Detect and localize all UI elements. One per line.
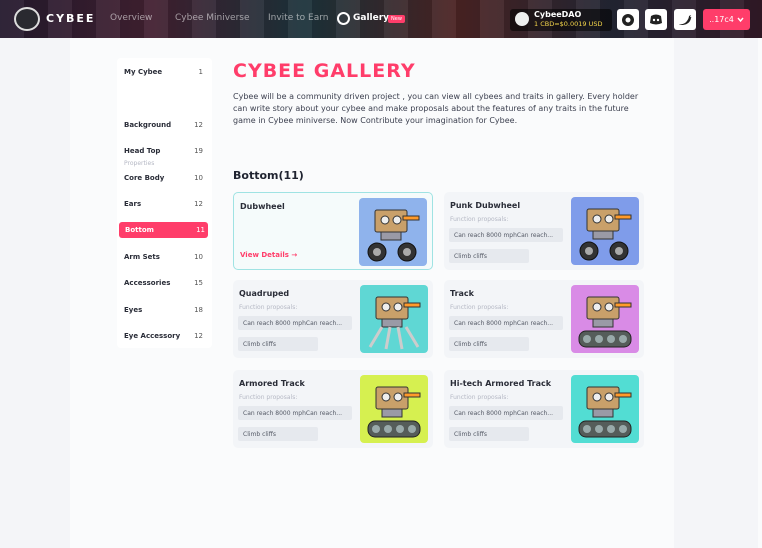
chevron-down-icon (737, 17, 744, 22)
sidebar-item-background[interactable]: Background 12 (124, 117, 206, 133)
gallery-description: Cybee will be a community driven project… (233, 92, 639, 125)
page-title: CYBEE GALLERY (233, 60, 416, 82)
properties-label: Properties (124, 160, 155, 167)
nav-cybee-miniverse[interactable]: Cybee Miniverse (175, 13, 250, 23)
trait-image (571, 285, 639, 353)
sidebar-item-label: Accessories (124, 279, 171, 287)
sidebar-item-head-top[interactable]: Head Top 19 (124, 143, 206, 159)
dao-token-icon (515, 12, 529, 26)
function-proposals-label: Function proposals: (450, 394, 509, 401)
coin-icon[interactable] (617, 9, 639, 30)
section-title: Bottom(11) (233, 169, 304, 182)
proposal-chip[interactable]: Can reach 8000 mphCan reach... (449, 316, 563, 330)
sidebar-item-bottom[interactable]: Bottom 11 (119, 222, 208, 238)
discord-icon[interactable] (645, 9, 667, 30)
sidebar-item-eyes[interactable]: Eyes 18 (124, 302, 206, 318)
sidebar-item-count: 18 (194, 306, 203, 314)
sidebar-item-count: 10 (194, 174, 203, 182)
sidebar-item-accessories[interactable]: Accessories 15 (124, 275, 206, 291)
proposal-chip[interactable]: Climb cliffs (238, 427, 318, 441)
proposal-chip[interactable]: Climb cliffs (449, 427, 529, 441)
trait-card-quadruped[interactable]: Quadruped Function proposals: Can reach … (233, 280, 433, 358)
nav-overview[interactable]: Overview (110, 13, 152, 23)
sidebar-item-ears[interactable]: Ears 12 (124, 196, 206, 212)
sidebar-item-count: 12 (194, 200, 203, 208)
sidebar-item-count: 12 (194, 332, 203, 340)
sidebar-item-label: My Cybee (124, 68, 163, 76)
top-navbar: CYBEE Overview Cybee Miniverse Invite to… (0, 0, 762, 38)
sidebar-item-eye-accessory[interactable]: Eye Accessory 12 (124, 328, 206, 344)
view-details-link[interactable]: View Details → (240, 251, 297, 259)
dao-name: CybeeDAO (534, 10, 582, 19)
trait-card-punk-dubwheel[interactable]: Punk Dubwheel Function proposals: Can re… (444, 192, 644, 270)
dao-price: 1 CBD=$0.0019 USD (534, 20, 603, 28)
proposal-chip[interactable]: Can reach 8000 mphCan reach... (449, 228, 563, 242)
sidebar-item-label: Eye Accessory (124, 332, 181, 340)
trait-card-armored-track[interactable]: Armored Track Function proposals: Can re… (233, 370, 433, 448)
function-proposals-label: Function proposals: (239, 394, 298, 401)
proposal-chip[interactable]: Can reach 8000 mphCan reach... (238, 316, 352, 330)
proposal-chip[interactable]: Can reach 8000 mphCan reach... (238, 406, 352, 420)
scrollbar-track[interactable] (758, 38, 762, 548)
sidebar-item-label: Background (124, 121, 172, 129)
sidebar-item-arm-sets[interactable]: Arm Sets 10 (124, 249, 206, 265)
function-proposals-label: Function proposals: (239, 304, 298, 311)
trait-card-track[interactable]: Track Function proposals: Can reach 8000… (444, 280, 644, 358)
trait-name: Armored Track (239, 379, 305, 388)
trait-image (359, 198, 427, 266)
sidebar-item-count: 11 (196, 226, 205, 234)
trait-name: Track (450, 289, 474, 298)
sidebar-item-count: 1 (198, 68, 203, 76)
trait-name: Hi-tech Armored Track (450, 379, 552, 388)
trait-image (571, 375, 639, 443)
trait-card-hi-tech-armored-track[interactable]: Hi-tech Armored Track Function proposals… (444, 370, 644, 448)
sidebar-item-label: Head Top (124, 147, 161, 155)
sidebar-item-label: Eyes (124, 306, 143, 314)
proposal-chip[interactable]: Can reach 8000 mphCan reach... (449, 406, 563, 420)
proposal-chip[interactable]: Climb cliffs (449, 249, 529, 263)
sidebar-item-label: Arm Sets (124, 253, 160, 261)
sidebar-item-label: Bottom (125, 226, 154, 234)
proposal-chip[interactable]: Climb cliffs (238, 337, 318, 351)
function-proposals-label: Function proposals: (450, 216, 509, 223)
cybee-logo-icon[interactable] (14, 7, 40, 31)
sidebar-item-count: 12 (194, 121, 203, 129)
nav-invite-to-earn[interactable]: Invite to Earn (268, 13, 328, 23)
wallet-button[interactable]: ..17c4 (703, 9, 750, 30)
trait-name: Quadruped (239, 289, 290, 298)
trait-sidebar: My Cybee 1 Properties Background 12 Head… (117, 58, 212, 348)
trait-image (360, 375, 428, 443)
proposal-chip[interactable]: Climb cliffs (449, 337, 529, 351)
sidebar-item-my-cybee[interactable]: My Cybee 1 (124, 64, 206, 80)
wallet-address: ..17c4 (709, 15, 734, 24)
trait-card-dubwheel[interactable]: Dubwheel View Details → (233, 192, 433, 270)
trait-image (360, 285, 428, 353)
nav-gallery[interactable]: Gallery (353, 13, 389, 23)
sidebar-item-label: Core Body (124, 174, 165, 182)
sidebar-item-count: 19 (194, 147, 203, 155)
logo-text[interactable]: CYBEE (46, 12, 95, 25)
function-proposals-label: Function proposals: (450, 304, 509, 311)
sidebar-item-count: 10 (194, 253, 203, 261)
trait-name: Dubwheel (240, 202, 285, 211)
twitter-icon[interactable] (674, 9, 696, 30)
sidebar-item-label: Ears (124, 200, 142, 208)
sidebar-item-count: 15 (194, 279, 203, 287)
trait-image (571, 197, 639, 265)
trait-name: Punk Dubwheel (450, 201, 521, 210)
sidebar-item-core-body[interactable]: Core Body 10 (124, 170, 206, 186)
gallery-icon (337, 12, 350, 25)
new-badge: New (388, 15, 405, 23)
